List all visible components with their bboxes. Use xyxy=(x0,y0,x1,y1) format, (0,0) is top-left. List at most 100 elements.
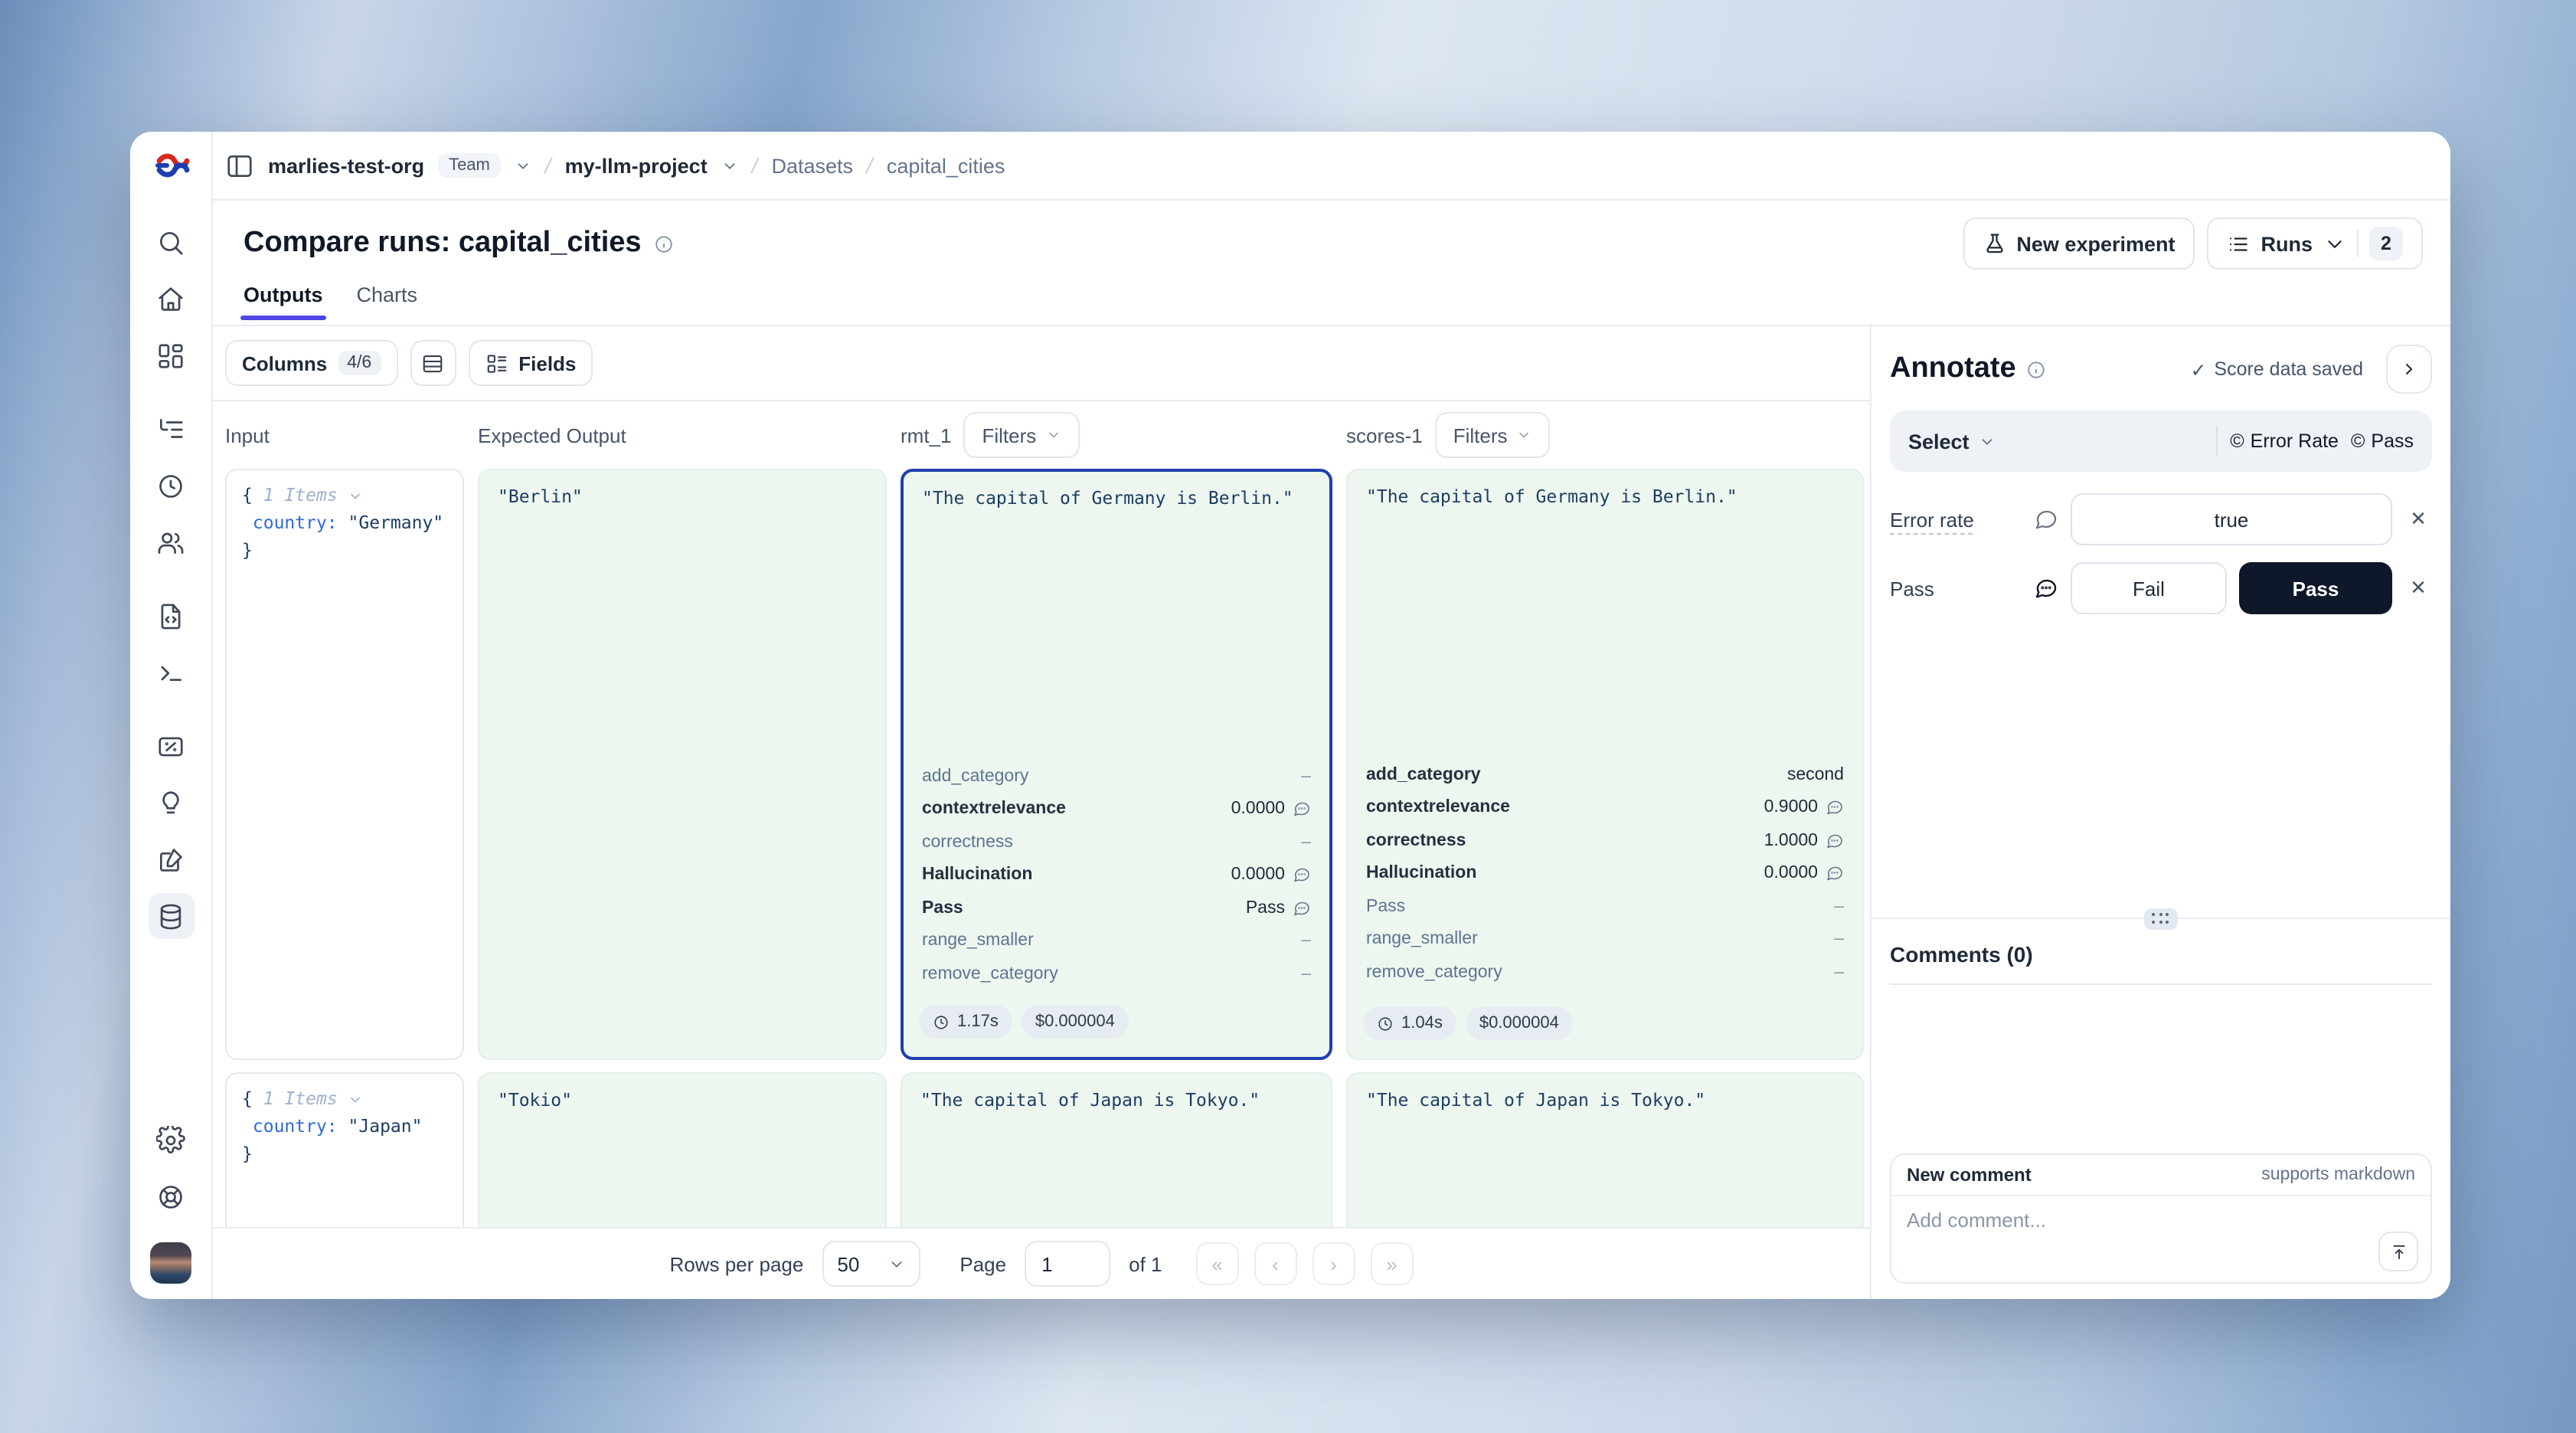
sidebar-toggle-icon[interactable] xyxy=(225,151,254,180)
collapse-icon[interactable] xyxy=(348,488,364,503)
expected-output-cell[interactable]: "Berlin" xyxy=(478,469,887,1060)
metrics-list: add_category second contextrelevance 0.9… xyxy=(1348,758,1862,991)
evaluation-icon[interactable] xyxy=(148,723,194,769)
metric-row: Hallucination 0.0000 xyxy=(922,859,1311,892)
next-item-button[interactable] xyxy=(2386,345,2432,394)
metric-row: Pass Pass xyxy=(922,892,1311,924)
tab-charts[interactable]: Charts xyxy=(357,283,418,320)
page-number-input[interactable] xyxy=(1025,1241,1110,1287)
comment-textarea[interactable] xyxy=(1891,1196,2431,1282)
breadcrumb-dataset-name[interactable]: capital_cities xyxy=(887,154,1005,177)
row-height-button[interactable] xyxy=(410,340,456,386)
filters-button-run1[interactable]: Filters xyxy=(963,412,1079,458)
previous-page-button[interactable]: ‹ xyxy=(1254,1242,1297,1285)
cost-badge: $0.000004 xyxy=(1466,1006,1573,1040)
comment-bubble-icon[interactable] xyxy=(1293,899,1311,918)
submit-comment-button[interactable] xyxy=(2378,1232,2418,1271)
breadcrumb-project[interactable]: my-llm-project xyxy=(565,154,708,177)
home-icon[interactable] xyxy=(148,276,194,322)
info-icon[interactable] xyxy=(654,234,674,254)
next-page-button[interactable]: › xyxy=(1313,1242,1355,1285)
cell-footer: 1.17s $0.000004 xyxy=(904,993,1329,1057)
breadcrumb-datasets[interactable]: Datasets xyxy=(772,154,854,177)
metric-name: remove_category xyxy=(922,965,1058,983)
comment-bubble-icon[interactable] xyxy=(2034,507,2058,532)
info-icon[interactable] xyxy=(2027,359,2047,379)
flask-icon xyxy=(1983,232,2006,255)
datasets-icon[interactable] xyxy=(148,893,194,939)
playground-icon[interactable] xyxy=(148,649,194,695)
pass-option-button[interactable]: Pass xyxy=(2239,562,2392,614)
users-icon[interactable] xyxy=(148,519,194,565)
arrow-up-icon xyxy=(2388,1242,2408,1261)
filters-button-run2[interactable]: Filters xyxy=(1435,412,1551,458)
metric-name: contextrelevance xyxy=(1366,799,1510,817)
new-experiment-button[interactable]: New experiment xyxy=(1963,218,2195,270)
select-config-dropdown[interactable]: Select xyxy=(1908,430,1996,453)
metric-value: – xyxy=(1834,898,1844,916)
metric-name: correctness xyxy=(922,833,1013,852)
tab-outputs[interactable]: Outputs xyxy=(244,283,323,320)
metric-name: Pass xyxy=(1366,898,1405,916)
comment-bubble-icon[interactable] xyxy=(2034,576,2058,600)
fail-option-button[interactable]: Fail xyxy=(2071,562,2227,614)
metric-name: contextrelevance xyxy=(922,800,1066,819)
input-cell[interactable]: { 1 Items country: "Germany" } xyxy=(225,469,464,1060)
pass-chip[interactable]: ©Pass xyxy=(2351,430,2414,452)
columns-button[interactable]: Columns 4/6 xyxy=(225,340,397,386)
metric-name: Pass xyxy=(922,899,963,918)
settings-gear-icon[interactable] xyxy=(148,1117,194,1163)
collapse-icon[interactable] xyxy=(348,1091,364,1107)
annotation-icon[interactable] xyxy=(148,836,194,882)
last-page-button[interactable]: » xyxy=(1371,1242,1414,1285)
run2-output-cell[interactable]: "The capital of Germany is Berlin." add_… xyxy=(1346,469,1864,1060)
metric-value: second xyxy=(1787,766,1844,784)
metric-row: Hallucination 0.0000 xyxy=(1366,857,1844,890)
app-logo[interactable] xyxy=(152,149,189,185)
user-avatar[interactable] xyxy=(150,1242,191,1284)
run1-output-cell[interactable]: "The capital of Germany is Berlin." add_… xyxy=(901,469,1332,1060)
metric-value: – xyxy=(1301,833,1311,852)
runs-count-badge: 2 xyxy=(2369,227,2403,260)
page-head: Compare runs: capital_cities New experim… xyxy=(213,201,2450,326)
drag-handle[interactable] xyxy=(2144,908,2178,930)
dashboards-icon[interactable] xyxy=(148,332,194,378)
comment-bubble-icon[interactable] xyxy=(1826,832,1844,850)
sessions-icon[interactable] xyxy=(148,463,194,509)
metric-value: 0.9000 xyxy=(1764,799,1818,817)
sidebar xyxy=(130,132,213,1299)
clear-score-icon[interactable]: ✕ xyxy=(2404,576,2432,600)
comment-bubble-icon[interactable] xyxy=(1826,865,1844,883)
rows-per-page-select[interactable]: 50 xyxy=(822,1241,920,1287)
input-cell[interactable]: { 1 Items country: "Japan" } xyxy=(225,1072,464,1227)
comment-bubble-icon[interactable] xyxy=(1293,866,1311,885)
comment-bubble-icon[interactable] xyxy=(1293,800,1311,819)
metric-name: Hallucination xyxy=(1366,865,1476,883)
tracing-icon[interactable] xyxy=(148,406,194,452)
chevron-down-icon[interactable] xyxy=(721,157,738,174)
error-rate-chip[interactable]: ©Error Rate xyxy=(2230,430,2339,452)
error-rate-input[interactable] xyxy=(2071,493,2392,545)
metric-value: 1.0000 xyxy=(1764,832,1818,850)
breadcrumb-org[interactable]: marlies-test-org xyxy=(268,154,424,177)
clear-score-icon[interactable]: ✕ xyxy=(2404,507,2432,532)
llm-judge-icon[interactable] xyxy=(148,780,194,826)
chevron-down-icon xyxy=(1979,433,1996,450)
prompts-icon[interactable] xyxy=(148,593,194,639)
metric-row: correctness 1.0000 xyxy=(1366,824,1844,857)
table-header-row: Input Expected Output rmt_1 Filters scor… xyxy=(213,401,1870,469)
run1-output-cell[interactable]: "The capital of Japan is Tokyo." xyxy=(901,1072,1332,1227)
support-lifebuoy-icon[interactable] xyxy=(148,1173,194,1219)
run2-output-cell[interactable]: "The capital of Japan is Tokyo." xyxy=(1346,1072,1864,1227)
desktop-background: marlies-test-org Team / my-llm-project /… xyxy=(0,0,2576,1433)
chevron-down-icon[interactable] xyxy=(515,157,531,174)
fields-button[interactable]: Fields xyxy=(468,340,593,386)
search-icon[interactable] xyxy=(148,219,194,265)
comment-bubble-icon[interactable] xyxy=(1826,799,1844,817)
first-page-button[interactable]: « xyxy=(1196,1242,1239,1285)
metric-value: 0.0000 xyxy=(1231,866,1285,885)
page-title: Compare runs: capital_cities xyxy=(244,227,642,260)
list-icon xyxy=(2228,232,2251,255)
runs-button[interactable]: Runs 2 xyxy=(2208,218,2424,270)
expected-output-cell[interactable]: "Tokio" xyxy=(478,1072,887,1227)
